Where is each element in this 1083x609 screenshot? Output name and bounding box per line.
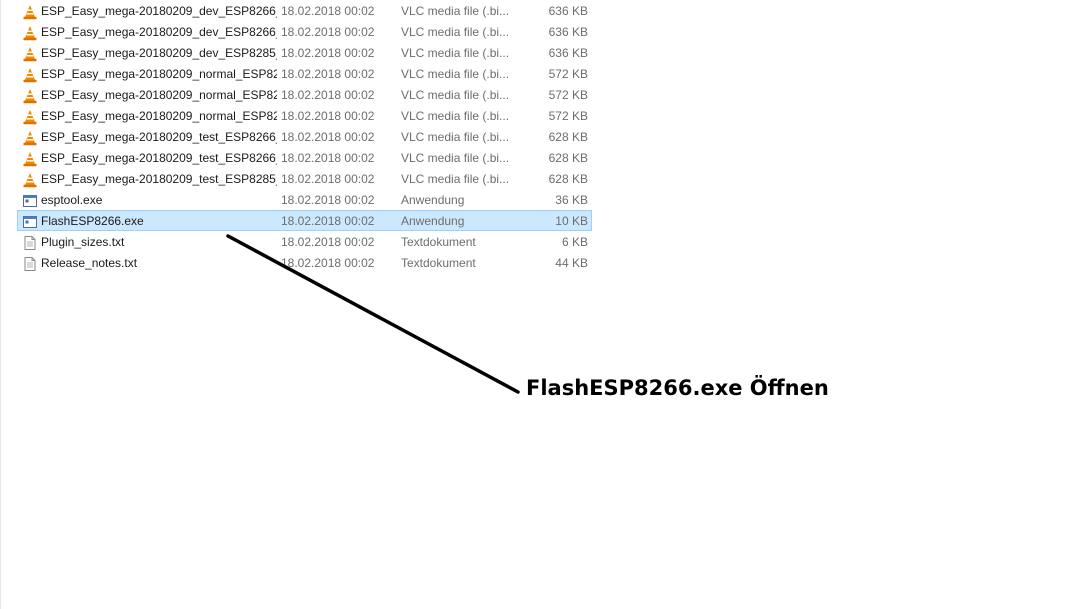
pointer-line xyxy=(226,234,520,394)
annotation-pointer-line xyxy=(226,234,520,394)
annotation-callout-text: FlashESP8266.exe Öffnen xyxy=(526,376,829,400)
